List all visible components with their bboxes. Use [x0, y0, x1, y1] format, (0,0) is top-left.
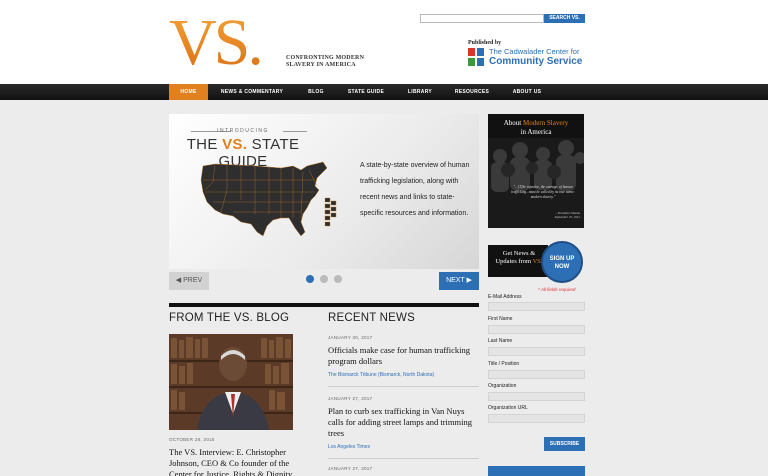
organization-label: Organization	[488, 383, 517, 389]
slide-dot[interactable]	[320, 275, 328, 283]
nav-item-state-guide[interactable]: STATE GUIDE	[340, 84, 392, 100]
state-guide-slide[interactable]: INTRODUCING THE VS. STATE GUIDE A state-…	[169, 114, 479, 269]
about-quote: "...[T]he injustice, the outrage, of hum…	[511, 185, 575, 199]
blog-post-image[interactable]	[169, 334, 293, 430]
blog-post-title[interactable]: The VS. Interview: E. Christopher Johnso…	[169, 447, 309, 476]
tagline-line-2: SLAVERY IN AMERICA	[286, 62, 356, 68]
newsletter-promo-pre: Get News & Updates from	[495, 250, 536, 265]
blog-post-date: OCTOBER 28, 2015	[169, 437, 215, 442]
about-quote-date: September 25, 2012	[554, 215, 580, 219]
sign-up-now-label: NOW	[554, 264, 570, 270]
news-item-title[interactable]: Plan to curb sex trafficking in Van Nuys…	[328, 406, 478, 439]
news-item-source[interactable]: Los Angeles Times	[328, 444, 370, 450]
about-modern-slavery-panel[interactable]: About Modern Slavery in America "...[T]h…	[488, 114, 584, 228]
newsletter-promo: Get News & Updates from VS.	[488, 245, 548, 277]
slide-dot[interactable]	[306, 275, 314, 283]
about-quote-citation: – President Obama September 25, 2012	[506, 211, 580, 219]
sidebar-bottom-banner[interactable]	[488, 466, 585, 476]
last-name-label: Last Name	[488, 338, 513, 344]
sign-up-now-button[interactable]: SIGN UP NOW	[541, 241, 583, 283]
publisher-name-line-2[interactable]: Community Service	[489, 56, 582, 67]
published-by-label: Published by	[468, 40, 502, 46]
email-field[interactable]	[488, 302, 585, 311]
nav-item-home[interactable]: HOME	[169, 84, 208, 100]
organization-url-label: Organization URL	[488, 405, 528, 411]
nav-item-news-commentary[interactable]: NEWS & COMMENTARY	[212, 84, 292, 100]
us-states-map	[200, 161, 337, 237]
slide-intro-label: INTRODUCING	[217, 128, 269, 134]
news-item-date: JANUARY 27, 2017	[328, 466, 373, 471]
news-item-date: JANUARY 27, 2017	[328, 396, 373, 401]
news-separator	[328, 458, 479, 459]
about-heading-pre: About	[503, 119, 523, 127]
main-nav: HOME NEWS & COMMENTARY BLOG STATE GUIDE …	[0, 84, 768, 100]
tagline-line-1: CONFRONTING MODERN	[286, 55, 365, 61]
required-fields-note: * All fields required	[538, 287, 576, 292]
news-item-date: JANUARY 30, 2017	[328, 335, 373, 340]
vs-logo-mark: VS.	[169, 10, 264, 74]
organization-field[interactable]	[488, 392, 585, 401]
title-position-label: Title / Position	[488, 361, 520, 367]
nav-item-library[interactable]: LIBRARY	[400, 84, 440, 100]
publisher-name-line-1[interactable]: The Cadwalader Center for	[489, 47, 579, 56]
news-item-source[interactable]: The Bismarck Tribune (Bismarck, North Da…	[328, 372, 434, 378]
nav-item-resources[interactable]: RESOURCES	[448, 84, 496, 100]
page: VS. CONFRONTING MODERN SLAVERY IN AMERIC…	[0, 0, 768, 476]
site-header: VS. CONFRONTING MODERN SLAVERY IN AMERIC…	[0, 0, 768, 84]
nav-item-blog[interactable]: BLOG	[300, 84, 332, 100]
slide-dot[interactable]	[334, 275, 342, 283]
site-tagline: CONFRONTING MODERN SLAVERY IN AMERICA	[286, 55, 364, 69]
section-divider	[169, 303, 479, 307]
news-separator	[328, 386, 479, 387]
about-heading: About Modern Slavery in America	[488, 119, 584, 137]
news-item-title[interactable]: Officials make case for human traffickin…	[328, 345, 478, 367]
cadwalader-center-logo-icon[interactable]	[468, 48, 484, 66]
newsletter-promo-text: Get News & Updates from VS.	[492, 250, 546, 265]
blog-post-photo	[169, 334, 293, 430]
about-heading-post: in America	[520, 128, 552, 136]
last-name-field[interactable]	[488, 347, 585, 356]
organization-url-field[interactable]	[488, 414, 585, 423]
title-position-field[interactable]	[488, 370, 585, 379]
search-input[interactable]	[420, 14, 544, 23]
slide-title-pre: THE	[186, 136, 223, 153]
subscribe-button[interactable]: SUBSCRIBE	[544, 437, 585, 451]
vs-logo-text: VS.	[169, 10, 261, 74]
slide-description: A state-by-state overview of human traff…	[360, 162, 470, 217]
first-name-field[interactable]	[488, 325, 585, 334]
slide-title-vs: VS.	[222, 136, 248, 153]
email-label: E-Mail Address	[488, 294, 522, 300]
nav-item-about-us[interactable]: ABOUT US	[504, 84, 550, 100]
blog-heading: FROM THE VS. BLOG	[169, 312, 290, 324]
prev-slide-button[interactable]: ◀ PREV	[169, 272, 209, 290]
search-button[interactable]: SEARCH VS.	[544, 14, 585, 23]
news-heading: RECENT NEWS	[328, 312, 415, 324]
about-heading-highlight: Modern Slavery	[522, 119, 569, 127]
sign-up-label: SIGN UP	[549, 256, 575, 262]
next-slide-button[interactable]: NEXT ▶	[439, 272, 479, 290]
first-name-label: First Name	[488, 316, 513, 322]
